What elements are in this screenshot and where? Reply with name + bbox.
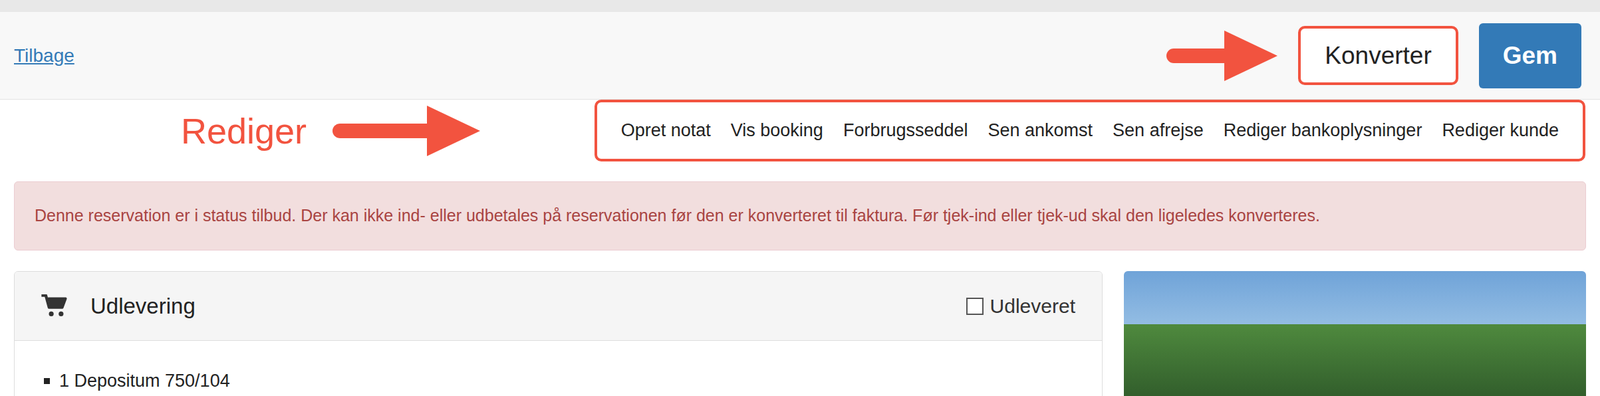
header-actions: Konverter Gem: [1164, 23, 1582, 89]
property-photo: [1123, 271, 1587, 396]
item-list: 1 Depositum 750/104: [14, 341, 1102, 396]
nav-link[interactable]: Sen afrejse: [1112, 117, 1204, 145]
nav-link[interactable]: Forbrugsseddel: [843, 117, 969, 145]
item-row: 1 Depositum 750/104: [43, 367, 1102, 396]
nav-link[interactable]: Opret notat: [621, 117, 711, 145]
nav-link[interactable]: Vis booking: [730, 117, 824, 145]
back-link[interactable]: Tilbage: [13, 41, 75, 70]
delivery-panel: Udlevering Udleveret 1 Depositum 750/104: [13, 271, 1103, 396]
header-bar: Tilbage Konverter Gem: [0, 11, 1600, 100]
checkbox-box[interactable]: [966, 297, 984, 316]
nav-link[interactable]: Rediger kunde: [1441, 117, 1559, 145]
top-strip: [0, 0, 1600, 12]
status-alert: Denne reservation er i status tilbud. De…: [13, 181, 1587, 251]
annotation-label: Rediger: [180, 113, 307, 149]
save-button[interactable]: Gem: [1478, 23, 1582, 89]
nav-row: Rediger Opret notat Vis booking Forbrugssed…: [0, 99, 1600, 162]
annotation-arrow-icon: [330, 104, 481, 158]
panel-title: Udlevering: [90, 289, 196, 324]
page: Tilbage Konverter Gem Rediger Opret notat Vis…: [0, 0, 1600, 396]
panel-header: Udlevering Udleveret: [14, 271, 1102, 342]
convert-button[interactable]: Konverter: [1298, 25, 1458, 86]
delivered-checkbox[interactable]: Udleveret: [966, 291, 1076, 322]
annotation-arrow-icon: [1164, 29, 1278, 83]
nav-link[interactable]: Rediger bankoplysninger: [1223, 117, 1423, 145]
cart-icon: [41, 294, 68, 319]
nav-links: Opret notat Vis booking Forbrugsseddel Sen …: [594, 99, 1586, 162]
nav-link[interactable]: Sen ankomst: [988, 117, 1094, 145]
